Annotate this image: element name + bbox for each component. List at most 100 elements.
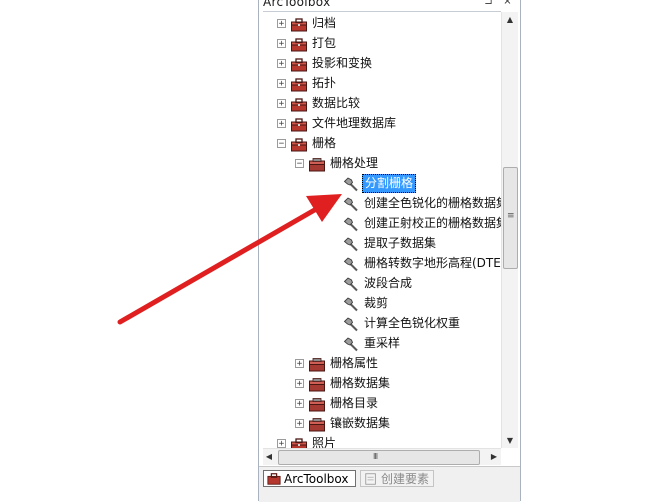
tool-item[interactable]: 创建全色锐化的栅格数据集 (263, 194, 501, 214)
tab-arctoolbox[interactable]: ArcToolbox (263, 470, 356, 487)
toolset-icon (309, 417, 325, 432)
scroll-up-arrow-icon[interactable]: ▲ (502, 12, 518, 27)
grip-icon: ≡ (507, 211, 515, 221)
toolbox-item[interactable]: + 数据比较 (263, 94, 501, 114)
collapse-icon[interactable]: − (295, 159, 304, 169)
toolset-icon (309, 357, 325, 372)
toolbox-icon (291, 137, 307, 152)
toolset-icon (309, 397, 325, 412)
toolbox-item[interactable]: + 打包 (263, 34, 501, 54)
expand-icon[interactable]: + (277, 59, 286, 69)
tree-item-label: 拓扑 (312, 76, 337, 90)
grip-icon: III (373, 452, 378, 461)
scroll-left-arrow-icon[interactable]: ◀ (263, 449, 275, 464)
toolbox-item[interactable]: − 栅格 (263, 134, 501, 154)
panel-title: ArcToolbox (263, 0, 331, 9)
hammer-icon (343, 176, 359, 192)
toolbox-item[interactable]: + 拓扑 (263, 74, 501, 94)
toolbox-icon (291, 17, 307, 32)
expand-icon[interactable]: + (295, 379, 304, 389)
vertical-scrollbar[interactable]: ▲ ≡ ▼ (501, 12, 518, 448)
collapse-icon[interactable]: − (277, 139, 286, 149)
toolset-item[interactable]: − 栅格处理 (263, 154, 501, 174)
tool-item[interactable]: 裁剪 (263, 294, 501, 314)
tool-item[interactable]: 栅格转数字地形高程(DTED) (263, 254, 501, 274)
hammer-icon (343, 216, 359, 232)
tool-item[interactable]: 波段合成 (263, 274, 501, 294)
tree-item-label: 栅格数据集 (330, 376, 391, 390)
expand-icon[interactable]: + (277, 119, 286, 129)
toolbox-item[interactable]: + 照片 (263, 434, 501, 448)
hammer-icon (343, 196, 359, 212)
tree-item-label: 栅格处理 (330, 156, 379, 170)
tool-item[interactable]: 创建正射校正的栅格数据集 (263, 214, 501, 234)
tree-item-label: 分割栅格 (362, 174, 417, 193)
tree-item-label: 提取子数据集 (364, 236, 437, 250)
toolset-item[interactable]: + 栅格属性 (263, 354, 501, 374)
horizontal-scrollbar[interactable]: ◀ III ▶ (263, 448, 501, 465)
hammer-icon (343, 256, 359, 272)
tab-create-features[interactable]: 创建要素 (360, 470, 434, 487)
toolset-icon (309, 377, 325, 392)
close-icon[interactable]: × (502, 0, 513, 7)
toolbox-icon (291, 77, 307, 92)
tab-label: ArcToolbox (284, 472, 349, 486)
tree-item-label: 栅格目录 (330, 396, 379, 410)
hammer-icon (343, 276, 359, 292)
pin-icon[interactable]: ⊐ (483, 0, 494, 7)
tree-item-label: 栅格 (312, 136, 337, 150)
tree-item-label: 重采样 (364, 336, 401, 350)
expand-icon[interactable]: + (295, 399, 304, 409)
tool-item[interactable]: 重采样 (263, 334, 501, 354)
tree-item-label: 照片 (312, 436, 337, 448)
toolbox-icon (291, 117, 307, 132)
tab-label: 创建要素 (381, 472, 430, 486)
toolbox-item[interactable]: + 文件地理数据库 (263, 114, 501, 134)
toolbox-icon (267, 473, 281, 485)
toolbox-item[interactable]: + 投影和变换 (263, 54, 501, 74)
tree-item-label: 创建全色锐化的栅格数据集 (364, 196, 501, 210)
scroll-right-arrow-icon[interactable]: ▶ (487, 449, 501, 464)
toolbox-tree: + 归档 + 打包 + 投影和变换 + 拓扑 + 数据比较 + 文件地理数据库 − 栅格 − 栅格处理 分割栅格… (263, 11, 501, 448)
tree-item-label: 栅格转数字地形高程(DTED) (364, 256, 501, 270)
tree-item-label: 裁剪 (364, 296, 389, 310)
tree-item-label: 计算全色锐化权重 (364, 316, 461, 330)
hammer-icon (343, 296, 359, 312)
tree-item-label: 镶嵌数据集 (330, 416, 391, 430)
tree-item-label: 波段合成 (364, 276, 413, 290)
expand-icon[interactable]: + (277, 99, 286, 109)
tool-item[interactable]: 分割栅格 (263, 174, 501, 194)
toolset-item[interactable]: + 栅格目录 (263, 394, 501, 414)
tree-item-label: 创建正射校正的栅格数据集 (364, 216, 501, 230)
tree-item-label: 文件地理数据库 (312, 116, 397, 130)
hammer-icon (343, 336, 359, 352)
toolbox-item[interactable]: + 归档 (263, 14, 501, 34)
toolbox-icon (291, 37, 307, 52)
tree-item-label: 投影和变换 (312, 56, 373, 70)
tree-item-label: 打包 (312, 36, 337, 50)
expand-icon[interactable]: + (277, 79, 286, 89)
expand-icon[interactable]: + (295, 359, 304, 369)
horizontal-scroll-thumb[interactable]: III (278, 450, 480, 465)
expand-icon[interactable]: + (277, 39, 286, 49)
tree-item-label: 归档 (312, 16, 337, 30)
hammer-icon (343, 236, 359, 252)
panel-titlebar: ArcToolbox ⊐ × (259, 0, 520, 10)
create-features-icon (365, 473, 376, 485)
toolbox-icon (291, 97, 307, 112)
arctoolbox-panel: ArcToolbox ⊐ × + 归档 + 打包 + 投影和变换 + 拓扑 + 数据比较 + 文件地理… (258, 0, 521, 502)
tool-item[interactable]: 计算全色锐化权重 (263, 314, 501, 334)
toolset-item[interactable]: + 栅格数据集 (263, 374, 501, 394)
expand-icon[interactable]: + (277, 439, 286, 448)
toolset-item[interactable]: + 镶嵌数据集 (263, 414, 501, 434)
expand-icon[interactable]: + (295, 419, 304, 429)
toolset-icon (309, 157, 325, 172)
toolbox-icon (291, 437, 307, 448)
panel-tab-bar: ArcToolbox 创建要素 (259, 466, 520, 502)
expand-icon[interactable]: + (277, 19, 286, 29)
tool-item[interactable]: 提取子数据集 (263, 234, 501, 254)
tree-item-label: 栅格属性 (330, 356, 379, 370)
vertical-scroll-thumb[interactable]: ≡ (503, 167, 518, 269)
tree-item-label: 数据比较 (312, 96, 361, 110)
scroll-down-arrow-icon[interactable]: ▼ (502, 433, 518, 448)
